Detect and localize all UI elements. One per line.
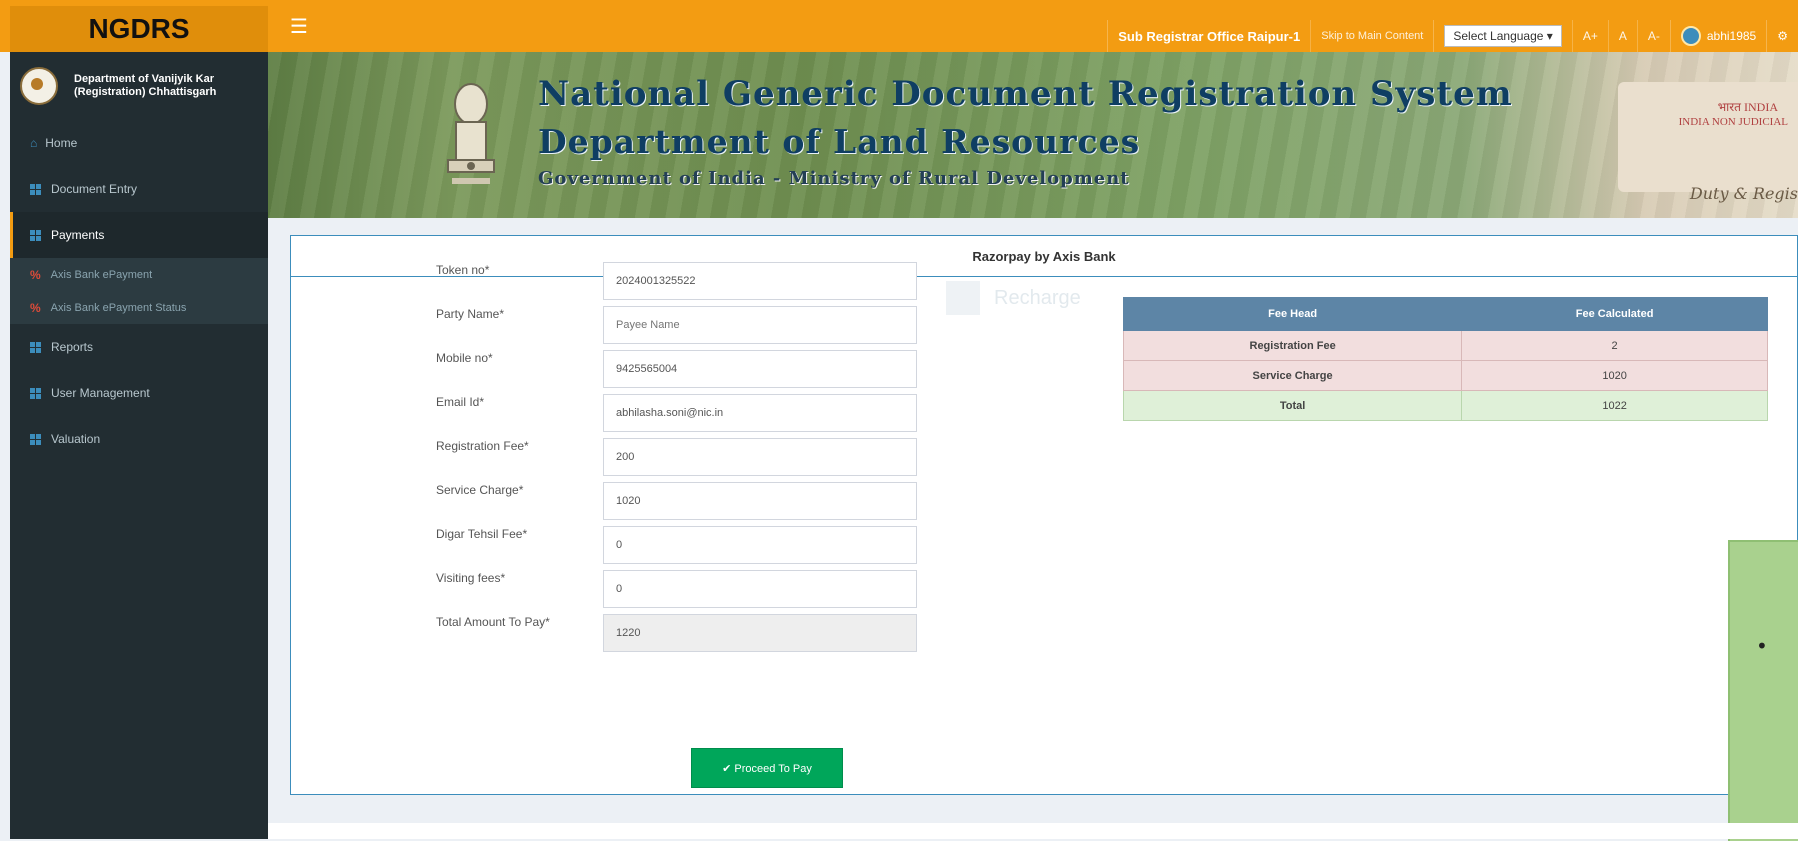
digar-tehsil-fee-label: Digar Tehsil Fee* — [436, 527, 528, 541]
home-icon: ⌂ — [30, 136, 38, 150]
visiting-fees-label: Visiting fees* — [436, 571, 506, 585]
banner-title: National Generic Document Registration S… — [538, 74, 1513, 114]
user-name: abhi1985 — [1706, 29, 1757, 43]
font-normal-button[interactable]: A — [1607, 20, 1637, 52]
font-increase-button[interactable]: A+ — [1571, 20, 1608, 52]
fee-value-cell: 1022 — [1461, 390, 1768, 421]
sidebar-item-valuation[interactable]: Valuation — [10, 416, 268, 462]
recharge-ghost-button: Recharge — [946, 276, 1136, 320]
font-decrease-button[interactable]: A- — [1636, 20, 1670, 52]
user-menu[interactable]: abhi1985 — [1669, 20, 1766, 52]
service-charge-input[interactable] — [603, 482, 917, 520]
user-avatar-icon — [1680, 26, 1701, 46]
sidebar-item-payments[interactable]: Payments — [10, 212, 268, 258]
payment-panel: Razorpay by Axis Bank Recharge Token no*… — [290, 235, 1798, 795]
language-select[interactable]: Select Language ▾ — [1444, 25, 1562, 47]
stamp-text-top: भारत INDIA — [1717, 100, 1778, 114]
sidebar: Department of Vanijyik Kar (Registration… — [10, 52, 268, 839]
fee-head-cell: Total — [1122, 390, 1463, 421]
percent-icon: % — [30, 267, 41, 282]
banner-ministry: Government of India - Ministry of Rural … — [538, 168, 1130, 189]
sidebar-item-reports[interactable]: Reports — [10, 324, 268, 370]
sidebar-item-label: User Management — [51, 386, 150, 400]
proceed-to-pay-button[interactable]: ✔ Proceed To Pay — [691, 748, 843, 788]
grid-icon — [30, 183, 41, 195]
sidebar-item-label: Reports — [51, 340, 94, 354]
banner-department: Department of Land Resources — [538, 122, 1141, 161]
sidebar-item-label: Axis Bank ePayment Status — [50, 301, 187, 314]
registration-fee-input[interactable] — [603, 438, 917, 476]
side-widget[interactable]: • — [1728, 540, 1798, 841]
grid-icon — [30, 387, 41, 399]
language-select-wrapper: Select Language ▾ — [1433, 20, 1571, 52]
service-charge-label: Service Charge* — [436, 483, 524, 497]
fee-head-cell: Registration Fee — [1122, 330, 1463, 361]
sidebar-subitem-axis-epayment-status[interactable]: % Axis Bank ePayment Status — [10, 291, 268, 324]
token-label: Token no* — [436, 263, 490, 277]
top-nav-menu: Sub Registrar Office Raipur-1 Skip to Ma… — [1107, 20, 1798, 52]
recharge-label: Recharge — [994, 286, 1081, 309]
sidebar-item-user-management[interactable]: User Management — [10, 370, 268, 416]
gear-icon[interactable]: ⚙ — [1766, 20, 1798, 52]
email-input[interactable] — [603, 394, 917, 432]
fee-value-cell: 1020 — [1461, 360, 1768, 391]
grid-icon — [30, 341, 41, 353]
stamp-text-middle: INDIA NON JUDICIAL — [1678, 116, 1788, 128]
brand-logo[interactable]: NGDRS — [10, 6, 268, 52]
visiting-fees-input[interactable] — [603, 570, 917, 608]
fee-value-cell: 2 — [1461, 330, 1768, 361]
sidebar-item-label: Axis Bank ePayment — [50, 268, 153, 281]
total-amount-label: Total Amount To Pay* — [436, 615, 550, 629]
national-emblem-icon — [447, 83, 495, 184]
fee-head-cell: Service Charge — [1122, 360, 1463, 391]
department-panel: Department of Vanijyik Kar (Registration… — [10, 52, 268, 120]
total-amount-input[interactable] — [603, 614, 917, 652]
table-row: Registration Fee 2 — [1122, 330, 1768, 361]
party-name-input[interactable] — [603, 306, 917, 344]
bullet-marker: • — [1756, 634, 1768, 658]
mobile-input[interactable] — [603, 350, 917, 388]
office-label: Sub Registrar Office Raipur-1 — [1107, 20, 1310, 52]
fee-table: Fee Head Fee Calculated Registration Fee… — [1122, 297, 1768, 421]
sidebar-item-label: Valuation — [51, 432, 101, 446]
sidebar-item-document-entry[interactable]: Document Entry — [10, 166, 268, 212]
percent-icon: % — [30, 300, 41, 315]
top-navbar: NGDRS ☰ Sub Registrar Office Raipur-1 Sk… — [0, 0, 1798, 52]
fee-table-header-row: Fee Head Fee Calculated — [1122, 297, 1768, 331]
sidebar-item-home[interactable]: ⌂ Home — [10, 120, 268, 166]
recharge-icon — [946, 281, 980, 315]
department-seal-icon — [20, 67, 58, 105]
fee-head-header: Fee Head — [1122, 297, 1463, 331]
grid-icon — [30, 229, 41, 241]
sidebar-menu: ⌂ Home Document Entry Payments % Axis Ba… — [10, 120, 268, 462]
token-input[interactable] — [603, 262, 917, 300]
department-name: Department of Vanijyik Kar (Registration… — [74, 73, 217, 98]
sidebar-item-label: Home — [45, 136, 78, 150]
mobile-label: Mobile no* — [436, 351, 493, 365]
grid-icon — [30, 433, 41, 445]
table-row: Total 1022 — [1122, 390, 1768, 421]
email-label: Email Id* — [436, 395, 485, 409]
registration-fee-label: Registration Fee* — [436, 439, 529, 453]
digar-tehsil-fee-input[interactable] — [603, 526, 917, 564]
footer — [268, 823, 1798, 839]
stamp-text-bottom: Duty & Regis — [1689, 184, 1798, 203]
table-row: Service Charge 1020 — [1122, 360, 1768, 391]
header-banner: National Generic Document Registration S… — [268, 52, 1798, 218]
menu-toggle-icon[interactable]: ☰ — [290, 14, 308, 38]
sidebar-subitem-axis-epayment[interactable]: % Axis Bank ePayment — [10, 258, 268, 291]
sidebar-item-label: Document Entry — [51, 182, 138, 196]
party-name-label: Party Name* — [436, 307, 505, 321]
sidebar-item-label: Payments — [51, 228, 105, 242]
fee-calculated-header: Fee Calculated — [1461, 297, 1768, 331]
skip-to-main-link[interactable]: Skip to Main Content — [1310, 20, 1433, 52]
